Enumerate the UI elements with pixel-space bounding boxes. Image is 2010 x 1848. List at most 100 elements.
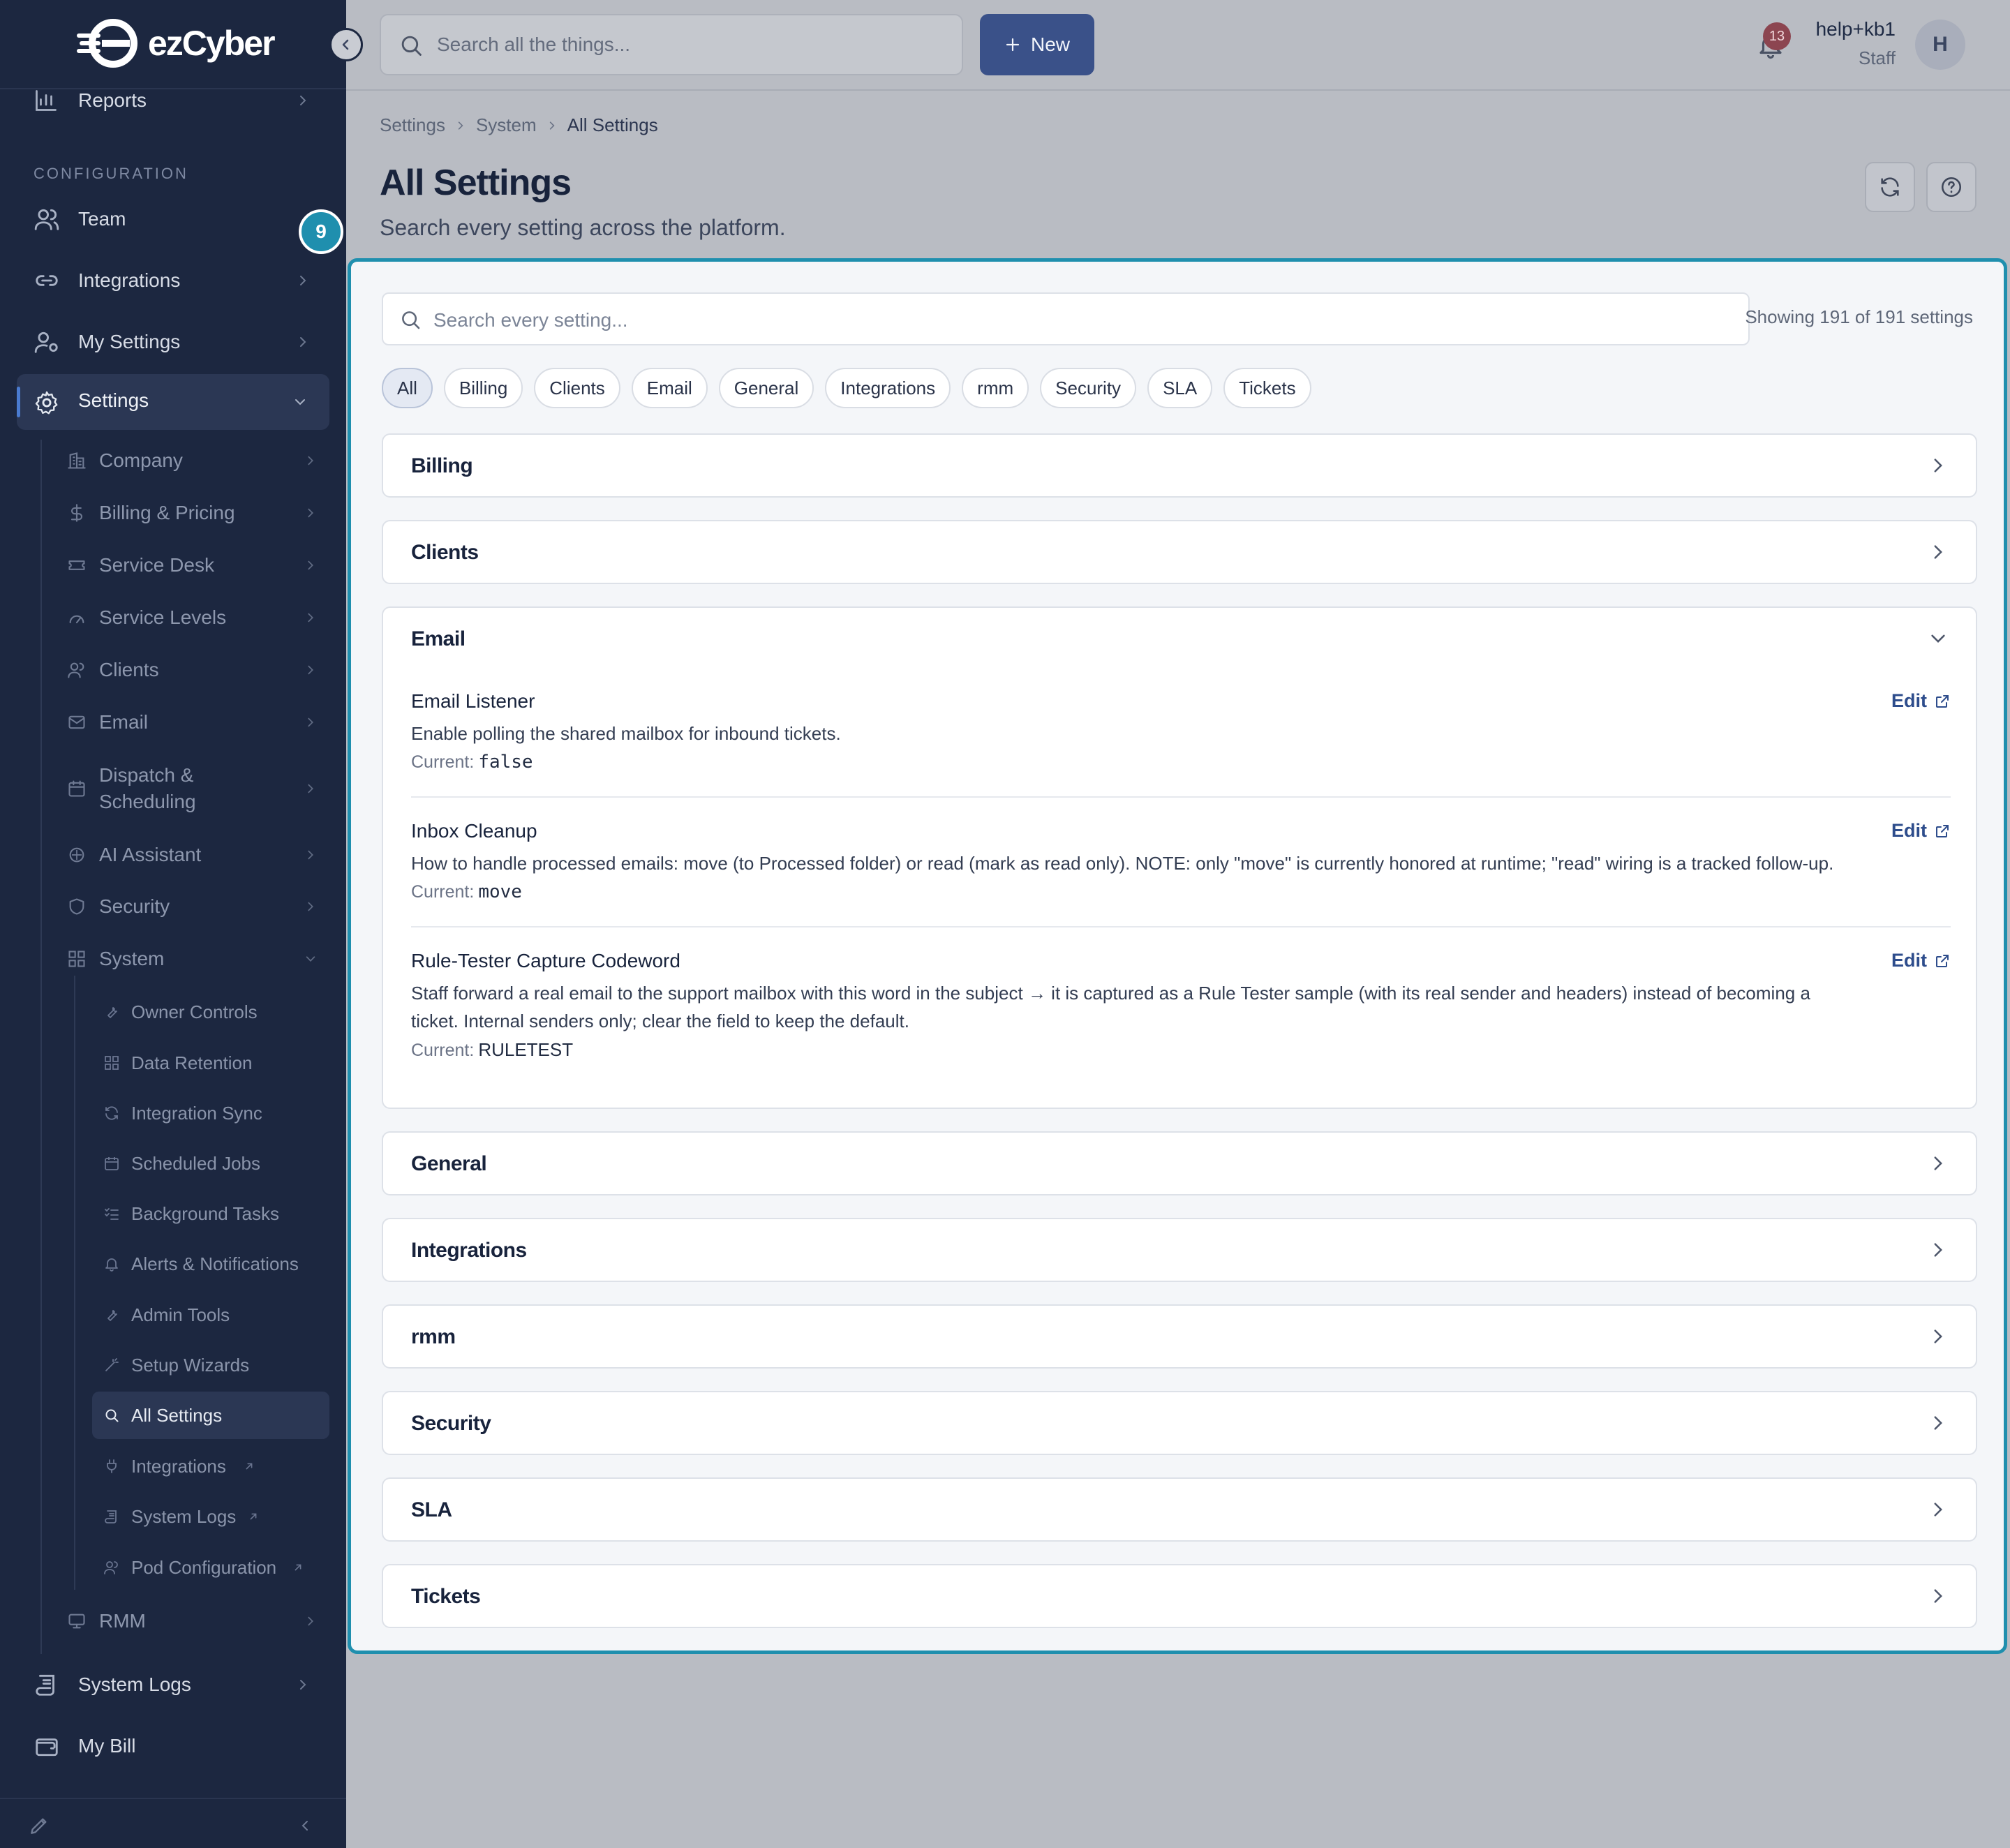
group-title[interactable]: Email (411, 627, 466, 651)
setting-description: Staff forward a real email to the suppor… (411, 983, 1810, 1031)
sidebar-item-scheduled-jobs[interactable]: Scheduled Jobs (92, 1140, 329, 1187)
sidebar-item-rmm[interactable]: RMM (56, 1607, 335, 1635)
sidebar-item-all-settings[interactable]: All Settings (92, 1392, 329, 1439)
avatar[interactable]: H (1915, 20, 1965, 70)
setting-current: Current: false (411, 752, 533, 773)
sidebar-item-data-retention[interactable]: Data Retention (92, 1039, 329, 1087)
tree-line (40, 440, 42, 1654)
sidebar-item-service-desk[interactable]: Service Desk (56, 551, 335, 579)
setting-current: Current: move (411, 881, 522, 902)
current-value: move (478, 881, 522, 902)
breadcrumb-system[interactable]: System (476, 114, 537, 136)
user-role: Staff (1858, 47, 1896, 68)
sidebar-item-reports[interactable]: Reports (0, 84, 346, 117)
sidebar-item-clients[interactable]: Clients (56, 656, 335, 684)
sidebar-item-pod-configuration-link[interactable]: Pod Configuration (92, 1544, 329, 1591)
filter-chip-billing[interactable]: Billing (443, 368, 523, 408)
bar-chart-icon (36, 90, 57, 111)
sidebar-item-dispatch-scheduling[interactable]: Dispatch & Scheduling (56, 761, 335, 817)
current-label: Current: (411, 752, 475, 772)
sidebar-item-integrations-link[interactable]: Integrations (92, 1443, 329, 1490)
category-filters: All Billing Clients Email General Integr… (382, 368, 1311, 408)
filter-chip-clients[interactable]: Clients (534, 368, 620, 408)
edit-button[interactable]: Edit (1891, 950, 1951, 971)
brand-logo[interactable]: ezCyber (75, 17, 276, 70)
pencil-icon[interactable] (28, 1815, 50, 1837)
breadcrumb: Settings System All Settings (380, 114, 658, 136)
users-icon (68, 662, 84, 678)
active-indicator (17, 387, 20, 417)
sidebar-item-admin-tools[interactable]: Admin Tools (92, 1291, 329, 1339)
group-general[interactable]: General (382, 1131, 1977, 1195)
current-value: RULETEST (478, 1039, 574, 1060)
users-icon (104, 1561, 118, 1574)
sidebar-collapse-button[interactable] (329, 28, 363, 61)
group-tickets[interactable]: Tickets (382, 1564, 1977, 1628)
shield-icon (69, 898, 84, 915)
chevron-right-icon (308, 560, 313, 570)
help-button[interactable] (1926, 162, 1976, 212)
sidebar-item-ai-assistant[interactable]: AI Assistant (56, 841, 335, 869)
filter-chip-general[interactable]: General (718, 368, 814, 408)
sidebar-item-settings[interactable]: Settings (17, 374, 329, 430)
sidebar-item-system[interactable]: System (56, 945, 335, 973)
sidebar-item-service-levels[interactable]: Service Levels (56, 604, 335, 632)
sidebar-item-team[interactable]: Team (0, 202, 346, 236)
edit-button[interactable]: Edit (1891, 820, 1951, 842)
filter-chip-all[interactable]: All (382, 368, 433, 408)
plus-icon (1006, 38, 1020, 52)
settings-search-placeholder: Search every setting... (433, 309, 628, 331)
sidebar-item-security[interactable]: Security (56, 893, 335, 921)
filter-chip-tickets[interactable]: Tickets (1223, 368, 1311, 408)
chevron-right-icon (300, 337, 306, 347)
dollar-icon (70, 504, 83, 522)
sidebar-item-system-logs[interactable]: System Logs (0, 1668, 346, 1701)
user-name[interactable]: help+kb1 (1816, 18, 1896, 40)
group-security[interactable]: Security (382, 1391, 1977, 1455)
edit-button[interactable]: Edit (1891, 690, 1951, 712)
new-button[interactable]: New (980, 14, 1094, 75)
group-rmm[interactable]: rmm (382, 1304, 1977, 1369)
sidebar-item-integrations[interactable]: Integrations (0, 264, 346, 297)
ticket-icon (68, 560, 85, 570)
filter-chip-rmm[interactable]: rmm (962, 368, 1029, 408)
chevron-right-icon (308, 717, 313, 727)
sidebar-item-owner-controls[interactable]: Owner Controls (92, 988, 329, 1036)
group-billing[interactable]: Billing (382, 433, 1977, 498)
all-settings-panel: Search every setting... Showing 191 of 1… (348, 258, 2007, 1654)
sidebar-item-system-logs-link[interactable]: System Logs (92, 1493, 329, 1540)
sidebar-item-label: Dispatch & Scheduling (99, 764, 196, 812)
filter-chip-email[interactable]: Email (631, 368, 708, 408)
filter-chip-integrations[interactable]: Integrations (825, 368, 951, 408)
search-placeholder: Search all the things... (437, 33, 631, 55)
refresh-button[interactable] (1865, 162, 1915, 212)
refresh-icon (105, 1106, 118, 1120)
filter-chip-sla[interactable]: SLA (1147, 368, 1213, 408)
chevron-left-icon[interactable] (299, 1819, 313, 1833)
sidebar-item-my-bill[interactable]: My Bill (0, 1729, 346, 1763)
sidebar-item-label: My Settings (78, 331, 181, 352)
chevron-right-icon (308, 1616, 313, 1626)
chevron-down-icon[interactable] (1928, 629, 1948, 648)
sidebar-item-background-tasks[interactable]: Background Tasks (92, 1190, 329, 1237)
sidebar-item-alerts-notifications[interactable]: Alerts & Notifications (92, 1240, 329, 1288)
group-clients[interactable]: Clients (382, 520, 1977, 584)
sidebar-item-billing-pricing[interactable]: Billing & Pricing (56, 499, 335, 527)
sidebar-item-setup-wizards[interactable]: Setup Wizards (92, 1341, 329, 1389)
sidebar-item-my-settings[interactable]: My Settings (0, 325, 346, 359)
breadcrumb-settings[interactable]: Settings (380, 114, 445, 136)
chevron-right-icon (1934, 1416, 1942, 1430)
group-integrations[interactable]: Integrations (382, 1218, 1977, 1282)
filter-chip-security[interactable]: Security (1040, 368, 1137, 408)
settings-search-input[interactable]: Search every setting... (382, 292, 1750, 345)
chevron-right-icon (300, 276, 306, 285)
divider (411, 926, 1951, 927)
wallet-icon (36, 1738, 58, 1757)
setting-name: Rule-Tester Capture Codeword (411, 950, 680, 971)
edit-label: Edit (1891, 820, 1927, 841)
sidebar-item-email[interactable]: Email (56, 708, 335, 736)
sidebar-item-company[interactable]: Company (56, 447, 335, 475)
group-sla[interactable]: SLA (382, 1477, 1977, 1542)
global-search-input[interactable]: Search all the things... (380, 14, 963, 75)
sidebar-item-integration-sync[interactable]: Integration Sync (92, 1089, 329, 1137)
